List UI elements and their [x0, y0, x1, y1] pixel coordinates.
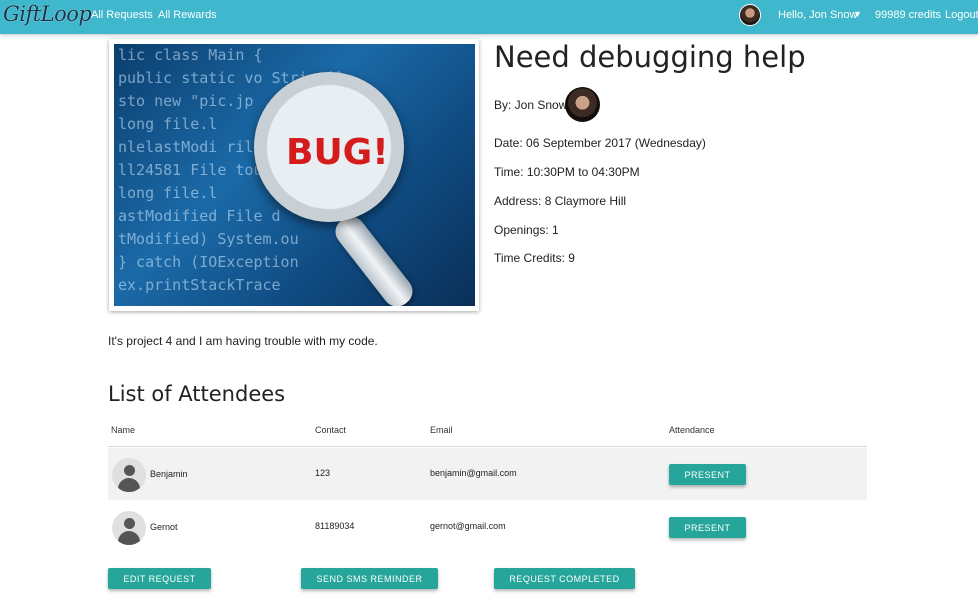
- attendees-heading: List of Attendees: [108, 382, 286, 406]
- code-line: long file.l: [118, 184, 218, 202]
- attendance-present-button[interactable]: PRESENT: [669, 464, 746, 485]
- edit-request-button[interactable]: EDIT REQUEST: [108, 568, 211, 589]
- nav-link-all-rewards[interactable]: All Rewards: [158, 9, 217, 21]
- code-line: lic class Main {: [118, 46, 263, 64]
- code-line: } catch (IOException: [118, 253, 299, 271]
- table-header-divider: [108, 446, 867, 447]
- nav-link-all-requests[interactable]: All Requests: [91, 9, 153, 21]
- logout-link[interactable]: Logout: [945, 9, 978, 21]
- person-icon: [112, 458, 146, 492]
- bug-illustration: lic class Main { public static vo String…: [114, 44, 475, 306]
- top-navbar: GiftLoop All Requests All Rewards Hello,…: [0, 0, 978, 34]
- code-line: ex.printStackTrace: [118, 276, 281, 294]
- code-line: sto new "pic.jp: [118, 92, 254, 110]
- column-header-email: Email: [430, 425, 453, 435]
- code-line: nlelastModi rile: [118, 138, 263, 156]
- column-header-name: Name: [111, 425, 136, 435]
- code-line: astModified File d: [118, 207, 281, 225]
- code-line: long file.l: [118, 115, 218, 133]
- attendee-email: benjamin@gmail.com: [430, 468, 517, 478]
- column-header-contact: Contact: [315, 425, 347, 435]
- author-avatar[interactable]: [565, 87, 600, 122]
- magnifier-handle: [329, 210, 419, 306]
- chevron-down-icon[interactable]: ▼: [853, 9, 862, 19]
- attendee-contact: 81189034: [315, 521, 355, 531]
- column-header-attendance: Attendance: [669, 425, 715, 435]
- attendee-contact: 123: [315, 468, 331, 478]
- attendee-name: Benjamin: [150, 469, 188, 479]
- attendee-email: gernot@gmail.com: [430, 521, 506, 531]
- person-icon: [112, 511, 146, 545]
- bug-label: BUG!: [286, 132, 389, 173]
- giftloop-logo[interactable]: GiftLoop: [3, 2, 92, 26]
- request-address: Address: 8 Claymore Hill: [494, 194, 627, 208]
- request-image: lic class Main { public static vo String…: [109, 39, 479, 311]
- send-sms-reminder-button[interactable]: SEND SMS REMINDER: [301, 568, 438, 589]
- table-row: Gernot 81189034 gernot@gmail.com PRESENT: [108, 501, 867, 553]
- request-date: Date: 06 September 2017 (Wednesday): [494, 136, 706, 150]
- request-time-credits: Time Credits: 9: [494, 251, 575, 265]
- request-openings: Openings: 1: [494, 223, 559, 237]
- request-completed-button[interactable]: REQUEST COMPLETED: [494, 568, 635, 589]
- table-row: Benjamin 123 benjamin@gmail.com PRESENT: [108, 448, 867, 500]
- user-avatar[interactable]: [739, 4, 761, 26]
- request-time: Time: 10:30PM to 04:30PM: [494, 165, 640, 179]
- credits-balance[interactable]: 99989 credits: [875, 9, 941, 21]
- request-description: It's project 4 and I am having trouble w…: [108, 334, 378, 348]
- attendee-name: Gernot: [150, 522, 178, 532]
- code-line: tModified) System.ou: [118, 230, 299, 248]
- user-greeting[interactable]: Hello, Jon Snow: [778, 9, 858, 21]
- request-author: By: Jon Snow: [494, 98, 568, 112]
- attendance-present-button[interactable]: PRESENT: [669, 517, 746, 538]
- request-title: Need debugging help: [494, 40, 806, 74]
